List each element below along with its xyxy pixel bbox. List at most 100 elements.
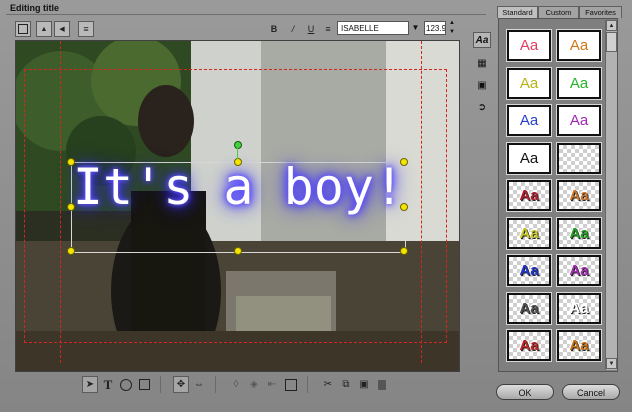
align-icon: ⇤ bbox=[267, 379, 277, 390]
text-justify-button[interactable]: ≡ bbox=[320, 21, 336, 37]
copy-button[interactable]: ⧉ bbox=[338, 376, 354, 393]
ellipse-tool-button[interactable] bbox=[118, 376, 134, 393]
font-size-stepper[interactable]: ▲ ▼ bbox=[447, 19, 457, 37]
style-swatch[interactable]: Aa bbox=[506, 329, 552, 362]
text-tool-button[interactable]: T bbox=[100, 376, 116, 393]
motion-mode-icon[interactable]: ➲ bbox=[473, 99, 491, 115]
style-swatch[interactable]: Aa bbox=[506, 254, 552, 287]
arrow-left-icon: ◀ bbox=[59, 26, 65, 33]
cancel-button[interactable]: Cancel bbox=[562, 384, 620, 400]
bold-button[interactable]: B bbox=[266, 21, 282, 37]
kerning-icon: ⇔ bbox=[194, 379, 204, 390]
resize-handle-br[interactable] bbox=[400, 247, 408, 255]
style-swatch[interactable]: Aa bbox=[506, 141, 552, 175]
style-swatch[interactable]: Aa bbox=[506, 179, 552, 212]
frame-box-button[interactable] bbox=[15, 21, 31, 37]
layer-icon bbox=[285, 378, 297, 391]
style-swatch-sample: Aa bbox=[569, 37, 589, 54]
select-tool-button[interactable]: ➤ bbox=[82, 376, 98, 393]
tab-standard[interactable]: Standard bbox=[497, 6, 538, 18]
paste-button[interactable]: ▣ bbox=[356, 376, 372, 393]
align-button[interactable]: ⇤ bbox=[264, 376, 280, 393]
style-swatch-sample: Aa bbox=[519, 299, 539, 317]
scroll-up-icon[interactable]: ▲ bbox=[606, 20, 617, 31]
toolbar-separator bbox=[160, 376, 161, 393]
window-title: Editing title bbox=[10, 3, 59, 13]
style-swatch[interactable]: Aa bbox=[506, 291, 552, 325]
resize-handle-t[interactable] bbox=[234, 158, 242, 166]
resize-handle-bl[interactable] bbox=[67, 247, 75, 255]
toolbar-separator bbox=[307, 376, 308, 393]
ungroup-icon: ◈ bbox=[250, 379, 258, 390]
resize-handle-r[interactable] bbox=[400, 203, 408, 211]
square-icon bbox=[18, 24, 28, 34]
paragraph-icon: ≡ bbox=[325, 24, 331, 34]
delete-button[interactable] bbox=[374, 376, 390, 393]
style-swatch[interactable]: Aa bbox=[556, 66, 602, 100]
font-dropdown-chevron-icon[interactable]: ▼ bbox=[410, 21, 421, 35]
title-editor-window: Editing title ▲ ◀ ≡ B / U ≡ ISABELLE ▼ 1… bbox=[0, 0, 632, 412]
style-swatch[interactable]: Aa bbox=[556, 254, 602, 287]
style-swatch-sample: Aa bbox=[569, 299, 589, 317]
scroll-down-icon[interactable]: ▼ bbox=[606, 358, 617, 369]
style-swatch[interactable]: Aa bbox=[506, 29, 552, 62]
cut-button[interactable]: ✂ bbox=[320, 376, 336, 393]
tab-favorites[interactable]: Favorites bbox=[579, 6, 622, 18]
align-left-button[interactable]: ◀ bbox=[54, 21, 70, 37]
justify-button[interactable]: ≡ bbox=[78, 21, 94, 37]
gallery-scrollbar[interactable]: ▲ ▼ bbox=[605, 20, 617, 370]
toolbar-separator bbox=[215, 376, 216, 393]
style-swatch-sample: Aa bbox=[519, 37, 539, 54]
tab-custom[interactable]: Custom bbox=[538, 6, 579, 18]
style-swatch[interactable]: Aa bbox=[556, 179, 602, 212]
style-swatch[interactable]: Aa bbox=[556, 29, 602, 62]
justify-icon: ≡ bbox=[83, 24, 89, 34]
style-swatch-sample: Aa bbox=[569, 112, 589, 129]
italic-button[interactable]: / bbox=[285, 21, 301, 37]
caption-text[interactable]: It's a boy! bbox=[72, 158, 405, 216]
scroll-thumb[interactable] bbox=[606, 32, 617, 52]
style-gallery: Aa Aa Aa Aa Aa Aa Aa Aa Aa Aa Aa Aa Aa Aa Aa Aa Aa bbox=[498, 18, 618, 372]
pointer-arrow-icon: ➤ bbox=[85, 379, 95, 390]
spin-up-icon[interactable]: ▲ bbox=[447, 19, 457, 28]
resize-handle-tl[interactable] bbox=[67, 158, 75, 166]
move-tool-button[interactable]: ✥ bbox=[173, 376, 189, 393]
style-swatch[interactable]: Aa bbox=[506, 216, 552, 250]
style-swatch-sample: Aa bbox=[519, 149, 539, 167]
style-swatch[interactable]: Aa bbox=[556, 329, 602, 362]
group-button[interactable]: ◊ bbox=[228, 376, 244, 393]
style-swatch-sample: Aa bbox=[569, 337, 589, 354]
layer-order-button[interactable] bbox=[283, 376, 299, 393]
style-swatch-sample: Aa bbox=[569, 74, 589, 92]
style-swatch-sample: Aa bbox=[519, 262, 539, 279]
style-swatch[interactable]: Aa bbox=[556, 291, 602, 325]
resize-handle-tr[interactable] bbox=[400, 158, 408, 166]
image-mode-icon[interactable]: ▣ bbox=[473, 77, 491, 93]
style-swatch[interactable] bbox=[556, 141, 602, 175]
font-size-input[interactable]: 123.9 bbox=[424, 21, 446, 35]
style-swatch[interactable]: Aa bbox=[506, 66, 552, 100]
text-style-mode-icon[interactable]: Aa bbox=[473, 32, 491, 48]
resize-handle-b[interactable] bbox=[234, 247, 242, 255]
ungroup-button[interactable]: ◈ bbox=[246, 376, 262, 393]
background-mode-icon[interactable]: ▦ bbox=[473, 55, 491, 71]
font-select[interactable]: ISABELLE bbox=[337, 21, 409, 35]
style-swatch[interactable]: Aa bbox=[506, 104, 552, 137]
style-swatch[interactable]: Aa bbox=[556, 104, 602, 137]
scissors-icon: ✂ bbox=[323, 379, 333, 390]
group-icon: ◊ bbox=[233, 379, 239, 390]
copy-icon: ⧉ bbox=[342, 379, 350, 390]
align-up-button[interactable]: ▲ bbox=[36, 21, 52, 37]
style-swatch[interactable]: Aa bbox=[556, 216, 602, 250]
resize-handle-l[interactable] bbox=[67, 203, 75, 211]
title-canvas[interactable]: It's a boy! bbox=[15, 40, 460, 372]
ok-button[interactable]: OK bbox=[496, 384, 554, 400]
style-swatch-sample: Aa bbox=[519, 112, 539, 129]
kern-tool-button[interactable]: ⇔ bbox=[191, 376, 207, 393]
style-swatch-sample: Aa bbox=[519, 187, 539, 204]
rectangle-tool-button[interactable] bbox=[136, 376, 152, 393]
rotate-handle-stem bbox=[237, 147, 238, 159]
rotate-handle[interactable] bbox=[234, 141, 242, 149]
spin-down-icon[interactable]: ▼ bbox=[447, 28, 457, 37]
underline-button[interactable]: U bbox=[303, 21, 319, 37]
